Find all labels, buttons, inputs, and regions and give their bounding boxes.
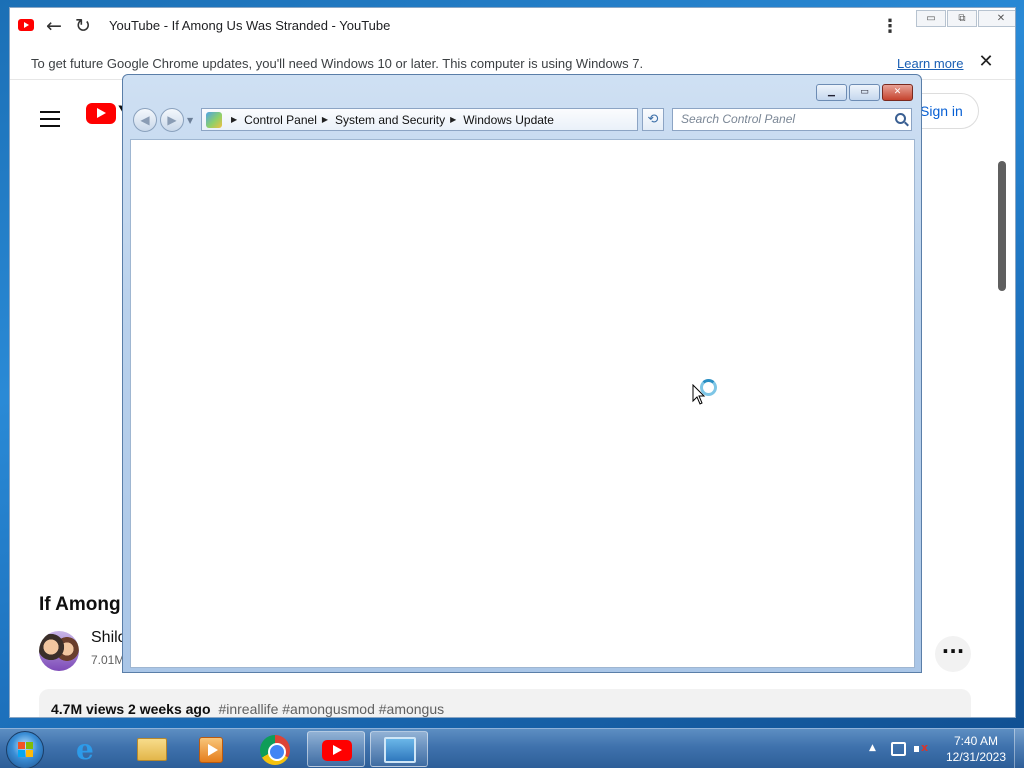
control-panel-icon <box>384 737 416 763</box>
learn-more-link[interactable]: Learn more <box>897 56 963 71</box>
windows-flag-icon <box>18 742 34 758</box>
control-panel-window: ▁ ▭ ✕ ◀ ▶ ▼ ▶ Control Panel ▶ System and… <box>122 74 922 673</box>
infobar-close-button[interactable]: ✕ <box>976 52 996 72</box>
view-count: 4.7M views <box>51 701 125 717</box>
page-scrollbar[interactable] <box>998 161 1006 291</box>
channel-subscribers: 7.01M <box>91 653 125 667</box>
minimize-button[interactable]: ▭ <box>916 10 946 27</box>
address-bar[interactable]: ▶ Control Panel ▶ System and Security ▶ … <box>201 108 709 131</box>
show-desktop-button[interactable] <box>1014 729 1024 768</box>
menu-icon[interactable] <box>40 111 60 127</box>
youtube-icon <box>322 740 352 761</box>
network-icon[interactable] <box>891 742 906 756</box>
taskbar-youtube[interactable] <box>307 731 365 767</box>
chrome-icon <box>260 735 290 765</box>
clock-time: 7:40 AM <box>953 734 999 748</box>
infobar-message: To get future Google Chrome updates, you… <box>31 56 644 71</box>
search-icon[interactable] <box>895 113 906 124</box>
close-button[interactable]: ✕ <box>978 10 1015 27</box>
youtube-logo-icon[interactable] <box>86 103 116 124</box>
more-actions-button[interactable]: ··· <box>935 636 971 672</box>
start-button[interactable] <box>6 731 44 768</box>
breadcrumb-system-security[interactable]: System and Security <box>335 113 445 127</box>
show-hidden-icons-icon[interactable]: ▲ <box>869 743 876 753</box>
taskbar-media-player[interactable] <box>181 731 239 767</box>
restore-button[interactable]: ⧉ <box>947 10 977 27</box>
internet-explorer-icon: e <box>76 733 94 766</box>
window-controls: ▭ ⧉ ✕ <box>916 10 1015 28</box>
control-panel-icon <box>206 111 222 128</box>
video-title: If Among <box>39 594 121 615</box>
cp-forward-button[interactable]: ▶ <box>160 108 184 132</box>
taskbar-windows-explorer[interactable] <box>121 731 179 767</box>
cp-maximize-button[interactable]: ▭ <box>849 84 880 101</box>
breadcrumb-windows-update[interactable]: Windows Update <box>463 113 554 127</box>
channel-avatar[interactable] <box>39 631 79 671</box>
upload-age: 2 weeks ago <box>128 701 211 717</box>
tab-title: YouTube - If Among Us Was Stranded - You… <box>109 18 391 33</box>
description-box[interactable]: 4.7M views 2 weeks ago #inreallife #amon… <box>39 689 971 717</box>
chrome-titlebar: ← ↻ YouTube - If Among Us Was Stranded -… <box>10 8 1015 45</box>
recent-pages-chevron-icon[interactable]: ▼ <box>187 116 193 125</box>
search-control-panel-input[interactable]: Search Control Panel <box>672 108 912 131</box>
taskbar-internet-explorer[interactable]: e <box>60 731 118 767</box>
back-button[interactable]: ← <box>44 16 64 36</box>
taskbar-chrome[interactable] <box>245 731 303 767</box>
clock-date: 12/31/2023 <box>945 750 1007 764</box>
cp-content-area <box>130 139 915 668</box>
cp-close-button[interactable]: ✕ <box>882 84 913 101</box>
system-clock[interactable]: 7:40 AM 12/31/2023 <box>940 733 1012 765</box>
breadcrumb-chevron-icon[interactable]: ▶ <box>231 115 237 124</box>
cp-window-controls: ▁ ▭ ✕ <box>816 84 913 101</box>
reload-button[interactable]: ↻ <box>73 16 93 36</box>
breadcrumb-chevron-icon[interactable]: ▶ <box>450 115 456 124</box>
chrome-menu-button[interactable]: ⋮ <box>880 16 900 38</box>
breadcrumb-chevron-icon[interactable]: ▶ <box>322 115 328 124</box>
taskbar-control-panel[interactable] <box>370 731 428 767</box>
busy-spinner-icon <box>700 379 717 396</box>
media-player-icon <box>199 737 223 763</box>
hashtags[interactable]: #inreallife #amongusmod #amongus <box>218 701 444 717</box>
refresh-button[interactable]: ⟲ <box>642 108 664 131</box>
cp-minimize-button[interactable]: ▁ <box>816 84 847 101</box>
cp-back-button[interactable]: ◀ <box>133 108 157 132</box>
volume-muted-icon[interactable] <box>914 741 929 756</box>
youtube-favicon-icon <box>18 19 34 31</box>
breadcrumb-control-panel[interactable]: Control Panel <box>244 113 317 127</box>
folder-icon <box>137 738 167 761</box>
taskbar: e ▲ 7:40 AM 12/31/2023 <box>0 728 1024 768</box>
search-placeholder: Search Control Panel <box>681 112 796 126</box>
